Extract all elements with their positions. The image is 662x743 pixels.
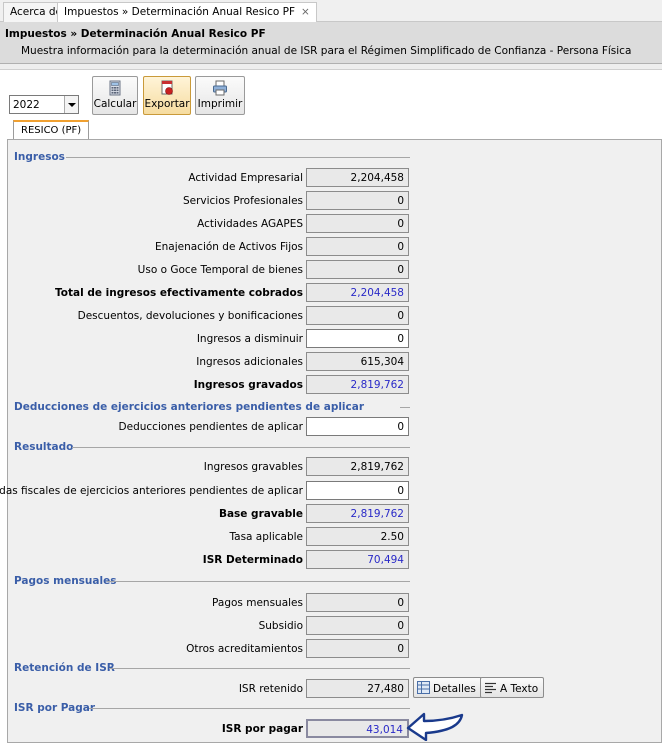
tab-label: Acerca de	[10, 6, 62, 18]
field-label: Subsidio	[258, 620, 303, 632]
section-title-isr-por-pagar: ISR por Pagar	[14, 702, 96, 714]
actividad-empresarial-value: 2,204,458	[306, 168, 409, 187]
a-texto-label: A Texto	[500, 683, 539, 695]
field-label: ISR retenido	[238, 683, 303, 695]
ingresos-adicionales-value: 615,304	[306, 352, 409, 371]
calcular-button[interactable]: Calcular	[92, 76, 138, 115]
export-icon	[161, 80, 173, 95]
printer-icon	[213, 80, 227, 96]
actividades-agapes-value: 0	[306, 214, 409, 233]
calcular-label: Calcular	[93, 98, 137, 110]
field-label: Ingresos a disminuir	[196, 333, 303, 345]
tab-resico-pf[interactable]: RESICO (PF)	[13, 120, 90, 139]
field-label: Tasa aplicable	[229, 531, 303, 543]
tab-label: Impuestos » Determinación Anual Resico P…	[64, 6, 296, 18]
section-title-deducciones: Deducciones de ejercicios anteriores pen…	[14, 401, 365, 413]
field-label: ISR Determinado	[202, 554, 303, 566]
imprimir-button[interactable]: Imprimir	[195, 76, 245, 115]
detalles-button[interactable]: Detalles	[413, 677, 482, 698]
text-lines-icon	[485, 682, 496, 694]
exportar-label: Exportar	[144, 98, 190, 110]
divider	[107, 581, 410, 582]
field-label: Base gravable	[218, 508, 303, 520]
field-label: Pérdidas fiscales de ejercicios anterior…	[0, 485, 303, 497]
field-label: Otros acreditamientos	[186, 643, 303, 655]
field-label: Actividad Empresarial	[188, 172, 303, 184]
base-gravable-value: 2,819,762	[306, 504, 409, 523]
isr-retenido-value: 27,480	[306, 679, 409, 698]
exportar-button[interactable]: Exportar	[143, 76, 191, 115]
field-label: Actividades AGAPES	[197, 218, 303, 230]
section-title-ingresos: Ingresos	[14, 151, 65, 163]
isr-determinado-value: 70,494	[306, 550, 409, 569]
table-icon	[417, 681, 430, 694]
year-value: 2022	[13, 99, 40, 111]
pagos-mensuales-value: 0	[306, 593, 409, 612]
chevron-down-icon[interactable]	[64, 96, 78, 113]
servicios-profesionales-value: 0	[306, 191, 409, 210]
close-icon[interactable]: ×	[301, 6, 310, 18]
page-header: Impuestos » Determinación Anual Resico P…	[0, 22, 662, 64]
divider	[400, 407, 410, 408]
arrow-annotation-icon	[406, 712, 464, 741]
year-select[interactable]: 2022	[9, 95, 79, 114]
enajenacion-activos-value: 0	[306, 237, 409, 256]
total-ingresos-value: 2,204,458	[306, 283, 409, 302]
section-title-resultado: Resultado	[14, 441, 74, 453]
tasa-aplicable-value: 2.50	[306, 527, 409, 546]
detalles-label: Detalles	[433, 683, 476, 695]
field-label: Pagos mensuales	[212, 597, 303, 609]
otros-acreditamientos-value: 0	[306, 639, 409, 658]
field-label: Ingresos gravados	[193, 379, 303, 391]
field-label: Ingresos gravables	[203, 461, 303, 473]
tab-determinacion-anual[interactable]: Impuestos » Determinación Anual Resico P…	[57, 2, 317, 23]
deducciones-pendientes-input[interactable]: 0	[306, 417, 409, 436]
divider	[72, 447, 410, 448]
ingresos-a-disminuir-input[interactable]: 0	[306, 329, 409, 348]
field-label: Descuentos, devoluciones y bonificacione…	[77, 310, 303, 322]
uso-goce-value: 0	[306, 260, 409, 279]
field-label: Deducciones pendientes de aplicar	[118, 421, 303, 433]
tab-bar: Acerca de Impuestos » Determinación Anua…	[0, 0, 662, 23]
field-label: Uso o Goce Temporal de bienes	[137, 264, 303, 276]
divider	[0, 64, 662, 70]
calculator-icon	[109, 80, 121, 96]
descuentos-value: 0	[306, 306, 409, 325]
a-texto-button[interactable]: A Texto	[480, 677, 545, 698]
field-label: Enajenación de Activos Fijos	[154, 241, 303, 253]
field-label: ISR por pagar	[221, 723, 303, 735]
field-label: Servicios Profesionales	[182, 195, 303, 207]
section-title-retencion: Retención de ISR	[14, 662, 115, 674]
page-description: Muestra información para la determinació…	[21, 45, 632, 57]
perdidas-fiscales-input[interactable]: 0	[306, 481, 409, 500]
imprimir-label: Imprimir	[197, 98, 243, 110]
page-title: Impuestos » Determinación Anual Resico P…	[5, 28, 266, 40]
field-label: Total de ingresos efectivamente cobrados	[54, 287, 303, 299]
field-label: Ingresos adicionales	[196, 356, 303, 368]
ingresos-gravables-value: 2,819,762	[306, 457, 409, 476]
ingresos-gravados-value: 2,819,762	[306, 375, 409, 394]
subsidio-value: 0	[306, 616, 409, 635]
isr-por-pagar-value: 43,014	[306, 719, 409, 738]
section-title-pagos: Pagos mensuales	[14, 575, 117, 587]
divider	[109, 668, 410, 669]
divider	[89, 708, 410, 709]
divider	[66, 157, 410, 158]
